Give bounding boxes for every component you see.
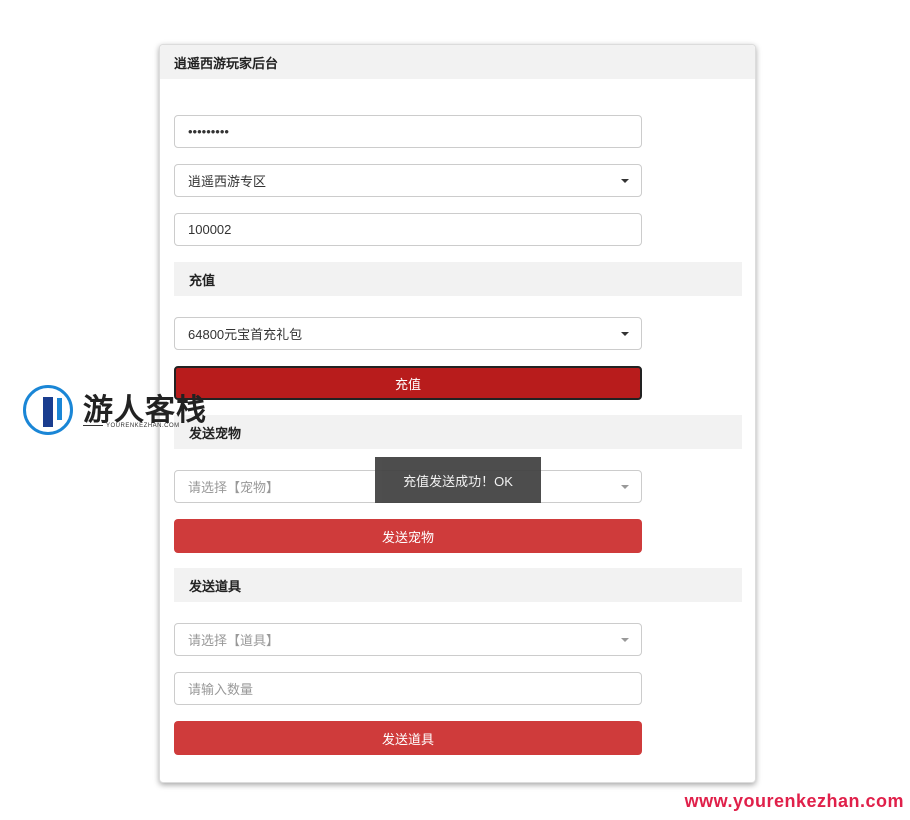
pet-select-placeholder: 请选择【宠物】	[188, 480, 280, 495]
item-select[interactable]: 请选择【道具】	[174, 623, 642, 656]
logo-mark-icon	[23, 385, 73, 435]
zone-select-value: 逍遥西游专区	[188, 174, 267, 189]
site-watermark: www.yourenkezhan.com	[684, 791, 904, 811]
recharge-package-select[interactable]: 64800元宝首充礼包	[174, 317, 642, 350]
chevron-down-icon	[621, 179, 629, 183]
logo-subtitle: YOURENKEZHAN.COM	[83, 423, 180, 429]
zone-select[interactable]: 逍遥西游专区	[174, 164, 642, 197]
pet-section-title: 发送宠物	[174, 415, 742, 449]
chevron-down-icon	[621, 332, 629, 336]
chevron-down-icon	[621, 485, 629, 489]
site-logo: 游人客栈 YOURENKEZHAN.COM	[23, 385, 218, 437]
recharge-section-title: 充值	[174, 262, 742, 296]
account-input[interactable]: 100002	[174, 213, 642, 246]
item-section-title: 发送道具	[174, 568, 742, 602]
password-input[interactable]: •••••••••	[174, 115, 642, 148]
success-toast: 充值发送成功！OK	[375, 457, 541, 503]
send-pet-button[interactable]: 发送宠物	[174, 519, 642, 553]
send-item-button[interactable]: 发送道具	[174, 721, 642, 755]
player-admin-panel: 逍遥西游玩家后台 ••••••••• 逍遥西游专区 100002 充值 6480…	[159, 44, 756, 783]
item-select-placeholder: 请选择【道具】	[188, 633, 280, 648]
recharge-package-value: 64800元宝首充礼包	[188, 327, 303, 342]
quantity-input[interactable]: 请输入数量	[174, 672, 642, 705]
recharge-button[interactable]: 充值	[174, 366, 642, 400]
chevron-down-icon	[621, 638, 629, 642]
panel-title: 逍遥西游玩家后台	[160, 45, 755, 79]
